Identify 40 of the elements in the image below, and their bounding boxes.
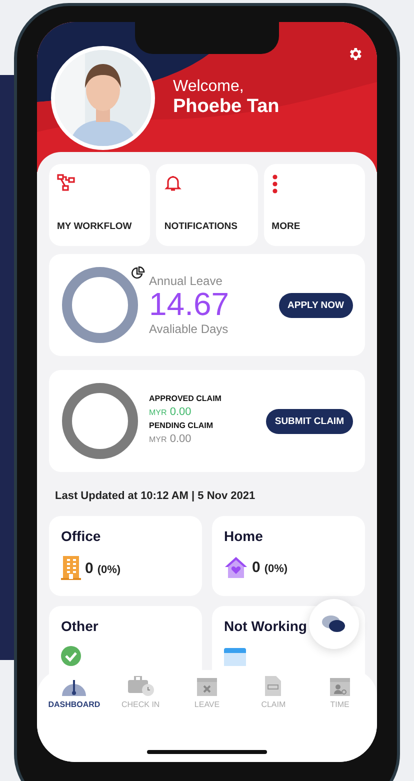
shortcut-card[interactable]: MORE — [264, 164, 365, 246]
user-name: Phoebe Tan — [173, 96, 280, 118]
chat-icon — [322, 614, 346, 634]
bell-icon — [164, 174, 182, 192]
workflow-icon — [57, 174, 75, 192]
document-icon — [265, 676, 282, 696]
calendar-person-icon — [330, 676, 350, 696]
pending-claim-label: PENDING CLAIM — [149, 421, 214, 430]
settings-icon[interactable] — [347, 46, 363, 62]
leave-balance: 14.67 — [149, 288, 230, 322]
location-title: Home — [224, 528, 263, 544]
location-card[interactable]: Office 0 (0%) — [49, 516, 202, 596]
approved-claim-label: APPROVED CLAIM — [149, 394, 222, 403]
nav-tab[interactable]: DASHBOARD — [41, 676, 108, 716]
submit-claim-button[interactable]: SUBMIT CLAIM — [266, 408, 353, 434]
pie-chart-icon[interactable] — [131, 266, 145, 280]
more-icon — [272, 174, 278, 194]
briefcase-icon — [128, 676, 154, 696]
location-title: Other — [61, 618, 98, 634]
last-updated-text: Last Updated at 10:12 AM | 5 Nov 2021 — [54, 489, 256, 504]
location-title: Not Working — [224, 618, 307, 634]
location-percent: (0%) — [264, 562, 288, 574]
calendar-x-icon — [197, 676, 218, 696]
leave-caption: Avaliable Days — [149, 322, 230, 336]
location-title: Office — [61, 528, 101, 544]
leave-type: Annual Leave — [149, 274, 224, 288]
approved-claim-amount: MYR 0.00 — [149, 406, 192, 418]
house-icon — [224, 556, 248, 578]
pending-claim-amount: MYR 0.00 — [149, 433, 192, 445]
apply-now-button[interactable]: APPLY NOW — [278, 292, 353, 318]
location-percent: (0%) — [97, 564, 121, 576]
calendar-icon — [224, 646, 246, 666]
location-count: 0 — [85, 560, 94, 576]
shortcut-card[interactable]: MY WORKFLOW — [49, 164, 150, 246]
check-icon — [61, 646, 81, 666]
location-card[interactable]: Home 0 (0%) — [212, 516, 365, 596]
welcome-text: Welcome, — [173, 78, 245, 96]
shortcut-card[interactable]: NOTIFICATIONS — [156, 164, 258, 246]
location-count: 0 — [252, 558, 260, 576]
building-icon — [61, 556, 81, 580]
